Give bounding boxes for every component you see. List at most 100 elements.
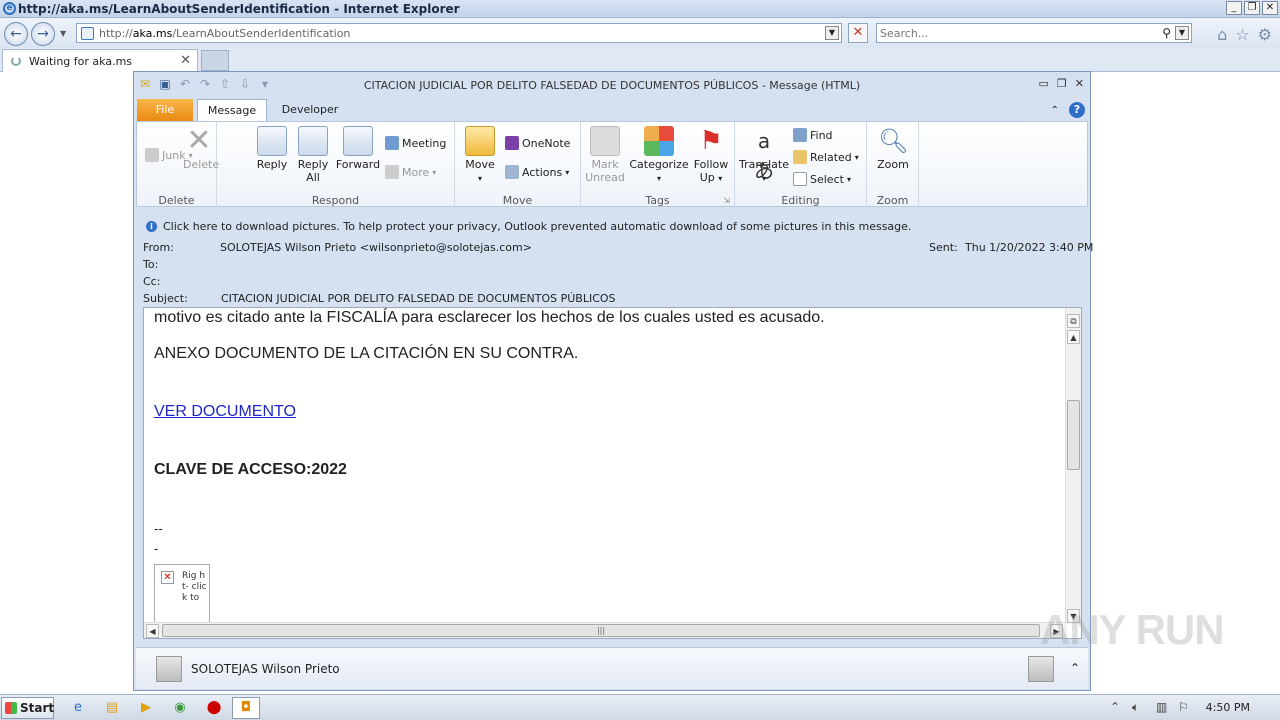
windows-flag-icon [5, 702, 17, 714]
outlook-close-button[interactable]: ✕ [1075, 77, 1084, 90]
close-tab-icon[interactable]: ✕ [180, 53, 191, 68]
people-pane-name[interactable]: SOLOTEJAS Wilson Prieto [191, 662, 340, 676]
tags-group-label: Tags [645, 194, 670, 207]
reply-button[interactable]: Reply [255, 126, 289, 171]
find-button[interactable]: Find [793, 128, 833, 142]
actions-icon [505, 165, 519, 179]
reply-all-button[interactable]: Reply All [293, 126, 333, 184]
favorites-star-icon[interactable]: ☆ [1235, 25, 1249, 44]
stop-button[interactable]: ✕ [848, 23, 868, 43]
delete-button[interactable]: ✕ Delete [183, 123, 219, 172]
actions-button[interactable]: Actions ▾ [505, 165, 569, 179]
address-dropdown-icon[interactable]: ▼ [825, 26, 839, 40]
tray-expand-icon[interactable]: ⌃ [1110, 700, 1120, 714]
minimize-ribbon-icon[interactable]: ⌃ [1051, 105, 1059, 116]
ie-taskbar-icon[interactable]: e [64, 697, 92, 719]
move-button[interactable]: Move ▾ [463, 126, 497, 184]
horizontal-scrollbar[interactable]: ◀ ||| ▶ [144, 622, 1067, 638]
outlook-restore-button[interactable]: ❐ [1057, 77, 1067, 90]
navigation-bar: ← → ▼ http://aka.ms/LearnAboutSenderIden… [0, 18, 1280, 48]
find-binoculars-icon [793, 128, 807, 142]
translate-button[interactable]: aあ Translate ▾ [739, 126, 789, 184]
download-pictures-infobar[interactable]: i Click here to download pictures. To he… [136, 213, 1088, 239]
vertical-scrollbar[interactable]: ⧉ ▲ ▼ [1065, 308, 1081, 624]
taskbar: Start e ▤ ▶ ◉ ⬤ ◘ ⌃ 🔈︎ ▥ ⚐ 4:50 PM [0, 694, 1280, 720]
restore-button[interactable]: ❐ [1244, 1, 1260, 15]
scroll-options-icon[interactable]: ⧉ [1067, 314, 1080, 328]
select-button[interactable]: Select ▾ [793, 172, 851, 186]
outlook-taskbar-icon[interactable]: ◘ [232, 697, 260, 719]
from-value[interactable]: SOLOTEJAS Wilson Prieto <wilsonprieto@so… [220, 241, 532, 254]
help-icon[interactable]: ? [1069, 102, 1085, 118]
people-pane-avatar [1028, 656, 1054, 682]
delete-x-icon: ✕ [186, 123, 212, 158]
ie-logo-icon: e [3, 2, 16, 15]
history-dropdown-icon[interactable]: ▼ [60, 29, 66, 38]
broken-image-icon: ✕ [161, 571, 174, 584]
respond-group: Reply Reply All Forward Meeting More ▾ Res… [217, 122, 455, 208]
people-pane: SOLOTEJAS Wilson Prieto ⌃ [136, 647, 1088, 689]
horizontal-scroll-thumb[interactable]: ||| [162, 624, 1040, 637]
tab-message[interactable]: Message [197, 99, 267, 122]
forward-button[interactable]: → [31, 22, 55, 46]
taskbar-clock[interactable]: 4:50 PM [1206, 701, 1250, 714]
meeting-button[interactable]: Meeting [385, 136, 446, 150]
subject-value: CITACION JUDICIAL POR DELITO FALSEDAD DE… [221, 292, 616, 305]
page-icon [81, 27, 94, 40]
tags-dialog-launcher-icon[interactable]: ⇲ [723, 196, 730, 205]
editing-group: aあ Translate ▾ Find Related ▾ Select ▾ Editi… [735, 122, 867, 208]
related-button[interactable]: Related ▾ [793, 150, 859, 164]
search-box[interactable]: ⚲ ▼ [876, 23, 1192, 43]
start-button[interactable]: Start [1, 697, 54, 719]
tab-file[interactable]: File [137, 99, 193, 121]
tools-gear-icon[interactable]: ⚙ [1258, 25, 1272, 44]
sender-avatar [156, 656, 182, 682]
antivirus-icon[interactable]: ⬤ [200, 697, 228, 719]
onenote-button[interactable]: OneNote [505, 136, 570, 150]
tab-bar: Waiting for aka.ms ✕ [0, 48, 1280, 72]
zoom-button[interactable]: 🔍︎ Zoom [875, 126, 911, 171]
tab-developer[interactable]: Developer [275, 99, 345, 121]
close-button[interactable]: ✕ [1262, 1, 1278, 15]
expand-people-pane-icon[interactable]: ⌃ [1070, 661, 1080, 675]
scroll-up-icon[interactable]: ▲ [1067, 330, 1080, 344]
move-group-label: Move [502, 194, 533, 207]
cc-label: Cc: [143, 275, 161, 288]
mark-unread-button[interactable]: Mark Unread [585, 126, 625, 184]
minimize-button[interactable]: _ [1226, 1, 1242, 15]
explorer-folder-icon[interactable]: ▤ [98, 697, 126, 719]
forward-button[interactable]: Forward [335, 126, 381, 171]
search-input[interactable] [880, 26, 1150, 41]
home-icon[interactable]: ⌂ [1217, 25, 1227, 44]
media-player-icon[interactable]: ▶ [132, 697, 160, 719]
volume-icon[interactable]: 🔈︎ [1132, 700, 1139, 715]
message-body[interactable]: motivo es citado ante la FISCALÍA para e… [143, 307, 1082, 639]
delete-group-label: Delete [158, 194, 195, 207]
onenote-icon [505, 136, 519, 150]
translate-icon: aあ [754, 129, 774, 183]
more-button[interactable]: More ▾ [385, 165, 436, 179]
browser-title-bar: e http://aka.ms/LearnAboutSenderIdentifi… [0, 0, 1280, 18]
tags-group: Mark Unread Categorize ▾ ⚑ Follow Up ▾ Tags … [581, 122, 735, 208]
chrome-icon[interactable]: ◉ [166, 697, 194, 719]
scroll-left-icon[interactable]: ◀ [146, 624, 159, 638]
ver-documento-link[interactable]: VER DOCUMENTO [154, 403, 296, 421]
move-folder-icon [465, 126, 495, 156]
ribbon: Junk ▾ ✕ Delete Delete Reply Reply All Forw… [136, 121, 1088, 208]
editing-group-label: Editing [781, 194, 820, 207]
zoom-group-label: Zoom [876, 194, 909, 207]
browser-tab[interactable]: Waiting for aka.ms ✕ [2, 49, 198, 72]
search-dropdown-icon[interactable]: ▼ [1175, 26, 1189, 40]
network-icon[interactable]: ▥ [1156, 700, 1167, 714]
address-bar[interactable]: http://aka.ms/LearnAboutSenderIdentifica… [76, 23, 842, 43]
sent-value: Thu 1/20/2022 3:40 PM [965, 241, 1094, 254]
categorize-button[interactable]: Categorize ▾ [629, 126, 689, 184]
search-icon[interactable]: ⚲ [1162, 26, 1171, 40]
outlook-minimize-button[interactable]: ▭ [1039, 77, 1049, 90]
back-button[interactable]: ← [4, 22, 28, 46]
follow-up-button[interactable]: ⚑ Follow Up ▾ [691, 126, 731, 184]
vertical-scroll-thumb[interactable] [1067, 400, 1080, 470]
new-tab-button[interactable] [201, 50, 229, 71]
sent-label: Sent: [929, 241, 958, 254]
action-center-flag-icon[interactable]: ⚐ [1178, 700, 1189, 714]
